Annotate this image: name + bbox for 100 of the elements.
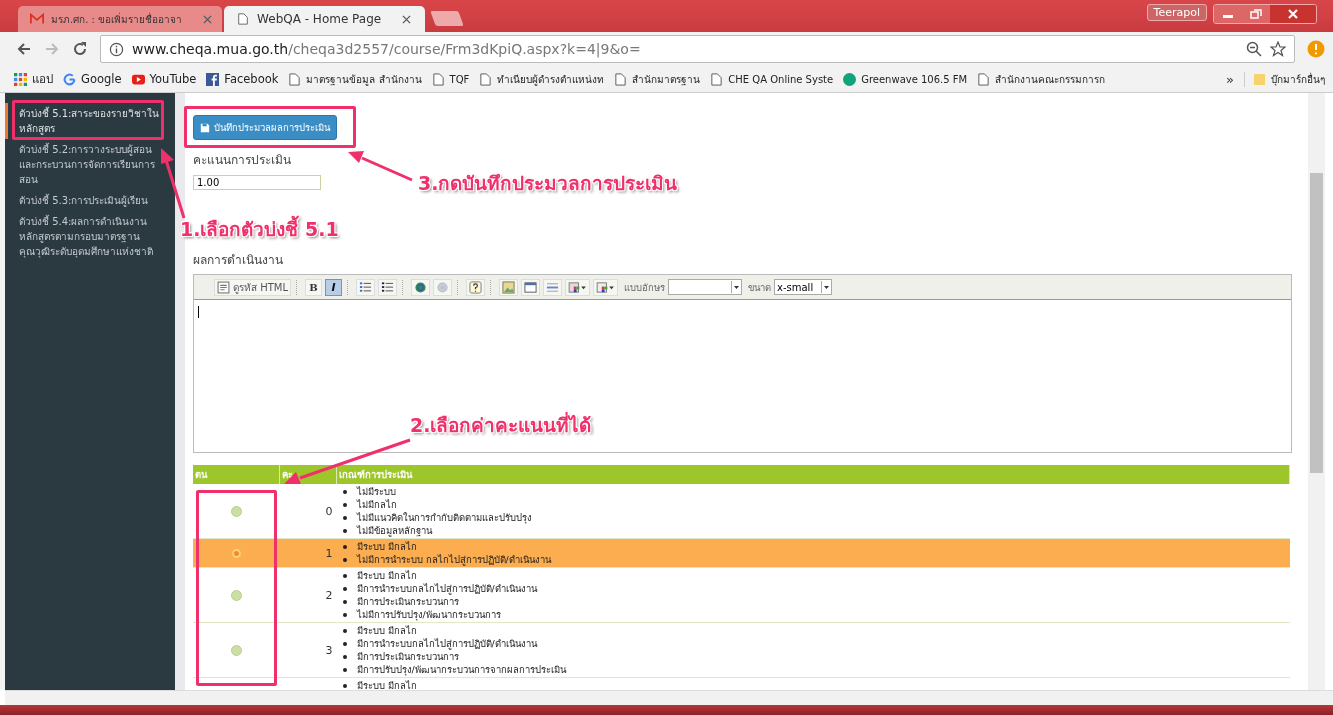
score-radio[interactable] [231,549,241,558]
horizontal-scrollbar[interactable] [5,690,1333,705]
criterion-text: มีการประเมินกระบวนการ [356,650,459,663]
criterion-text: มีการปรับปรุง/พัฒนากระบวนการจากผลการประเมิน [356,663,566,676]
indicator-menu-item[interactable]: ตัวบ่งชี้ 5.2:การวางระบบผู้สอนและกระบวนการจัดการเรียนการสอน [5,139,175,190]
criterion-text: ไม่มีกลไก [356,498,397,511]
page-icon [614,72,628,86]
score-radio[interactable] [230,505,242,517]
html-tool-button[interactable]: ดูรหัส HTML [214,278,291,296]
close-icon [1287,9,1299,19]
address-bar[interactable]: www.cheqa.mua.go.th/cheqa3d2557/course/Frm3dKpiQ.aspx?k=4|9&o= [100,35,1295,63]
bookmark-item[interactable]: สำนักงานคณะกรรมการก [977,71,1106,87]
g-logo-icon [63,72,76,86]
reload-icon[interactable] [72,41,88,57]
bullet-icon [342,515,347,520]
criterion-text: มีระบบ มีกลไก [356,624,417,637]
floppy-icon [200,122,210,133]
bookmark-item[interactable]: Google [63,72,122,86]
restore-icon [1250,9,1262,19]
score-radio[interactable] [230,589,242,601]
folder-icon [1253,72,1266,86]
page-icon [479,72,493,86]
criterion-text: มีระบบ มีกลไก [356,540,417,553]
bookmark-item[interactable]: Greenwave 106.5 FM [843,72,968,86]
star-icon[interactable] [1270,41,1286,57]
size-select[interactable]: x-small [774,279,832,295]
link-tool-button[interactable] [411,278,430,296]
minimize-button[interactable] [1214,5,1242,23]
score-input[interactable]: 1.00 [193,175,321,190]
textcolor-tool-button[interactable] [565,278,590,296]
new-tab-button[interactable] [430,11,464,26]
column-header: ตน [193,465,280,484]
olist-tool-button[interactable] [356,278,375,296]
annotation-arrow [348,151,413,182]
criterion-text: ไม่มีระบบ [356,485,396,498]
bullet-icon [342,599,347,604]
page-icon [288,72,302,86]
indicator-menu-item[interactable]: ตัวบ่งชี้ 5.3:การประเมินผู้เรียน [5,190,175,211]
save-button[interactable]: บันทึกประมวลผลการประเมิน [193,115,337,140]
radio-logo-icon [843,72,857,86]
ulist-tool-button[interactable] [378,278,397,296]
italic-tool-button[interactable]: I [325,278,342,296]
bookmark-item[interactable]: ทำเนียบผู้ดำรงตำแหน่งท [479,71,605,87]
other-bookmarks-item[interactable]: บุ๊กมาร์กอื่นๆ [1244,71,1325,87]
bold-tool-button[interactable]: B [305,278,322,296]
dropdown-caret-icon [821,281,831,293]
bookmark-item[interactable]: CHE QA Online Syste [710,72,834,86]
back-icon[interactable] [16,41,32,57]
score-value: 1 [325,546,333,560]
bullet-icon [342,557,347,562]
close-icon[interactable] [203,14,213,24]
bullet-icon [342,641,347,646]
vertical-scrollbar[interactable] [1308,93,1325,690]
help-tool-button[interactable] [466,278,485,296]
bullet-icon [342,654,347,659]
annotation-text: 3.กดบันทึกประมวลการประเมิน [418,171,678,196]
browser-tab[interactable]: มรภ.ศก. : ขอเพิ่มรายชื่ออาจา [18,6,223,32]
font-select[interactable] [668,279,742,295]
hr-tool-button[interactable] [543,278,562,296]
bullet-icon [342,528,347,533]
restore-button[interactable] [1242,5,1270,23]
browser-tab[interactable]: WebQA - Home Page [224,6,426,32]
page-icon [977,72,991,86]
bookmark-item[interactable]: สำนักมาตรฐาน [614,71,701,87]
annotation-text: 2.เลือกค่าคะแนนที่ได้ [410,411,592,438]
close-icon[interactable] [402,14,412,24]
profile-button[interactable]: Teerapol [1146,4,1207,21]
code-view-icon [217,280,230,294]
bookmark-item[interactable]: มาตรฐานข้อมูล สำนักงาน [288,71,422,87]
page-icon [710,72,724,86]
bookmark-item[interactable]: YouTube [131,72,197,86]
warning-icon[interactable] [1307,40,1325,58]
bookmark-item[interactable]: แอป [14,70,53,88]
score-value: 2 [325,588,333,602]
criterion-text: มีการนำระบบกลไกไปสู่การปฏิบัติ/ดำเนินงาน [356,582,537,595]
image-tool-button[interactable] [499,278,518,296]
score-radio[interactable] [230,644,242,656]
text-cursor [198,306,199,318]
criterion-text: ไม่มีการปรับปรุง/พัฒนากระบวนการ [356,608,501,621]
zoom-out-icon[interactable] [1246,41,1262,57]
bookmark-item[interactable]: TQF [431,72,470,86]
info-icon [109,41,124,57]
criterion-text: มีการประเมินกระบวนการ [356,595,459,608]
criterion-text: มีการนำระบบกลไกไปสู่การปฏิบัติ/ดำเนินงาน [356,637,537,650]
indicator-menu-item[interactable]: ตัวบ่งชี้ 5.4:ผลการดำเนินงานหลักสูตรตามกรอบมาตรฐานคุณวุฒิระดับอุดมศึกษาแห่งชาติ [5,211,175,262]
table-tool-button[interactable] [521,278,540,296]
bullet-icon [342,683,347,688]
forward-icon[interactable] [44,41,60,57]
page-icon [431,72,445,86]
close-button[interactable] [1270,5,1316,23]
bullet-icon [342,502,347,507]
page-icon [236,13,251,25]
annotation-text: 1.เลือกตัวบ่งชี้ 5.1 [180,214,339,244]
bullet-icon [342,612,347,617]
bgcolor-tool-button[interactable] [593,278,618,296]
criterion-text: มีระบบ มีกลไก [356,679,417,690]
criterion-text: ไม่มีการนำระบบ กลไกไปสู่การปฏิบัติ/ดำเนินงาน [356,553,551,566]
bullet-icon [342,489,347,494]
more-bookmarks-button[interactable]: » [1226,71,1234,87]
bookmark-item[interactable]: Facebook [206,72,279,86]
